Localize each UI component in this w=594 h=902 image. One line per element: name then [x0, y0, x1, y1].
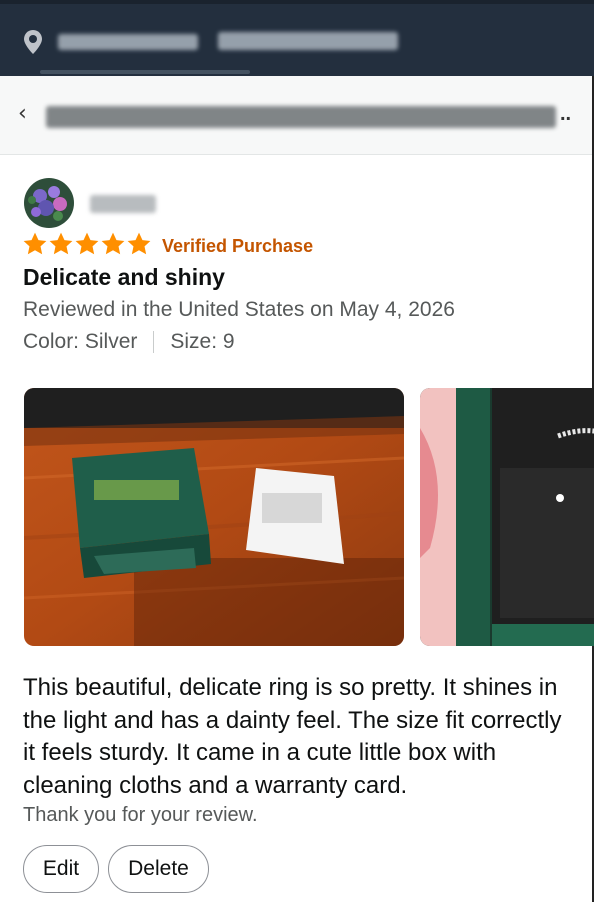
- chevron-left-icon[interactable]: ‹: [18, 102, 42, 126]
- variant-size: Size: 9: [170, 330, 235, 353]
- star-icon: [75, 232, 99, 255]
- address-blurred[interactable]: [218, 32, 398, 50]
- edit-button[interactable]: Edit: [23, 845, 99, 893]
- review-photo-1[interactable]: [24, 388, 404, 646]
- review-title: Delicate and shiny: [23, 264, 225, 290]
- variant-color: Color: Silver: [23, 330, 138, 353]
- review-body: This beautiful, delicate ring is so pret…: [23, 672, 594, 802]
- star-rating: [22, 231, 152, 259]
- product-title-blurred[interactable]: [46, 106, 556, 128]
- title-ellipsis: ..: [560, 103, 572, 125]
- top-header: [0, 0, 594, 76]
- reviewer-name-blurred[interactable]: [90, 195, 156, 213]
- verified-purchase-badge: Verified Purchase: [162, 236, 314, 256]
- review-date: Reviewed in the United States on May 4, …: [23, 298, 455, 321]
- variant-separator: [153, 331, 155, 353]
- star-icon: [101, 232, 125, 255]
- thanks-message: Thank you for your review.: [23, 804, 258, 826]
- variant-info: Color: Silver Size: 9: [23, 330, 235, 354]
- star-icon: [23, 232, 47, 255]
- avatar: [24, 178, 74, 228]
- delete-button[interactable]: Delete: [108, 845, 209, 893]
- review-body-line: it feels sturdy. It came in a cute littl…: [23, 739, 497, 766]
- review-photo-2[interactable]: [420, 388, 594, 646]
- header-underline: [40, 70, 250, 74]
- location-icon[interactable]: [22, 28, 44, 56]
- star-icon: [49, 232, 73, 255]
- deliver-to-blurred[interactable]: [58, 34, 198, 50]
- review-body-line: This beautiful, delicate ring is so pret…: [23, 674, 558, 701]
- review-body-line: the light and has a dainty feel. The siz…: [23, 706, 562, 734]
- header-edge: [0, 0, 594, 4]
- star-icon: [127, 232, 151, 255]
- review-body-line: cleaning cloths and a warranty card.: [23, 771, 408, 799]
